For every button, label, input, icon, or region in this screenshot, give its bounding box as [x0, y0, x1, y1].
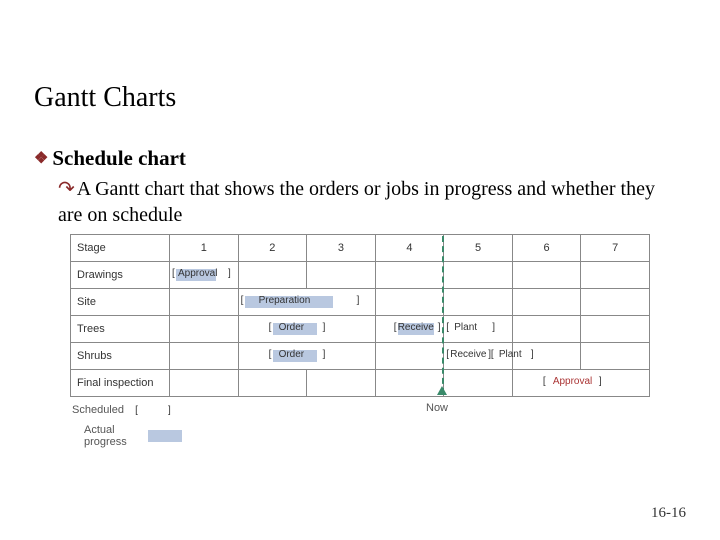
task-label: Approval [553, 376, 592, 387]
legend-actual-text: Actual progress [84, 424, 144, 448]
col-6: 6 [512, 235, 581, 262]
row-trees: Trees [ Order ] [ Receive ] [ Plant [71, 316, 650, 343]
bracket-r: ] [357, 295, 360, 306]
cell: [ Approval ] [170, 262, 239, 289]
cell: [ Plant ] [512, 343, 581, 370]
gantt-chart: Stage 1 2 3 4 5 6 7 Drawings [ Approval … [70, 234, 650, 438]
description-text: A Gantt chart that shows the orders or j… [58, 178, 655, 226]
row-label: Drawings [71, 262, 170, 289]
task-label: Plant [454, 322, 477, 333]
legend-actual-bar [148, 430, 182, 442]
cell: [ Order ] [238, 343, 375, 370]
bracket-r: ] [228, 268, 231, 279]
slide-title: Gantt Charts [34, 82, 176, 114]
bracket-l: [ [241, 295, 244, 306]
col-5: 5 [444, 235, 513, 262]
bracket-l: [ [269, 322, 272, 333]
now-line [442, 236, 444, 394]
bracket-r: ] [438, 322, 441, 333]
row-final: Final inspection [ Approval ] [71, 370, 650, 397]
col-3: 3 [307, 235, 376, 262]
task-label: Receive [398, 322, 434, 333]
row-site: Site [ Preparation ] [71, 289, 650, 316]
bracket-r: ] [531, 349, 534, 360]
cell: [ Receive ] [375, 316, 444, 343]
now-arrow-icon [437, 386, 447, 395]
bracket-l: [ [172, 268, 175, 279]
description-bullet: ↷A Gantt chart that shows the orders or … [58, 176, 668, 228]
heading-bullet: ❖Schedule chart [34, 146, 186, 171]
bracket-r: ] [323, 322, 326, 333]
col-2: 2 [238, 235, 307, 262]
task-label: Order [279, 322, 305, 333]
legend-scheduled: Scheduled [ ] [72, 404, 171, 416]
cell: [ Preparation ] [238, 289, 375, 316]
stage-header: Stage [71, 235, 170, 262]
row-label: Shrubs [71, 343, 170, 370]
bracket-l: [ [446, 349, 449, 360]
row-shrubs: Shrubs [ Order ] [ Receive ] [ Plant [71, 343, 650, 370]
bracket-l: [ [394, 322, 397, 333]
bracket-r: ] [168, 405, 171, 416]
task-label: Receive [450, 349, 486, 360]
bracket-l: [ [446, 322, 449, 333]
cell: [ Order ] [238, 316, 375, 343]
header-row: Stage 1 2 3 4 5 6 7 [71, 235, 650, 262]
row-label: Trees [71, 316, 170, 343]
gantt-table: Stage 1 2 3 4 5 6 7 Drawings [ Approval … [70, 234, 650, 397]
task-label: Preparation [259, 295, 311, 306]
heading-text: Schedule chart [52, 146, 186, 170]
now-label: Now [426, 402, 448, 414]
row-label: Final inspection [71, 370, 170, 397]
bracket-l: [ [491, 349, 494, 360]
bracket-l: [ [269, 349, 272, 360]
bracket-r: ] [492, 322, 495, 333]
cell: [ Approval ] [512, 370, 649, 397]
slide: Gantt Charts ❖Schedule chart ↷A Gantt ch… [0, 0, 720, 540]
bracket-r: ] [323, 349, 326, 360]
bracket-r: ] [599, 376, 602, 387]
bracket-l: [ [135, 405, 138, 416]
cell: [ Plant ] [444, 316, 513, 343]
col-7: 7 [581, 235, 650, 262]
arrow-icon: ↷ [58, 178, 75, 200]
col-1: 1 [170, 235, 239, 262]
row-label: Site [71, 289, 170, 316]
row-drawings: Drawings [ Approval ] [71, 262, 650, 289]
task-label: Approval [178, 268, 217, 279]
col-4: 4 [375, 235, 444, 262]
legend-scheduled-text: Scheduled [72, 404, 124, 416]
page-number: 16-16 [651, 505, 686, 522]
task-label: Plant [499, 349, 522, 360]
task-label: Order [279, 349, 305, 360]
diamond-icon: ❖ [34, 150, 48, 167]
bracket-l: [ [543, 376, 546, 387]
